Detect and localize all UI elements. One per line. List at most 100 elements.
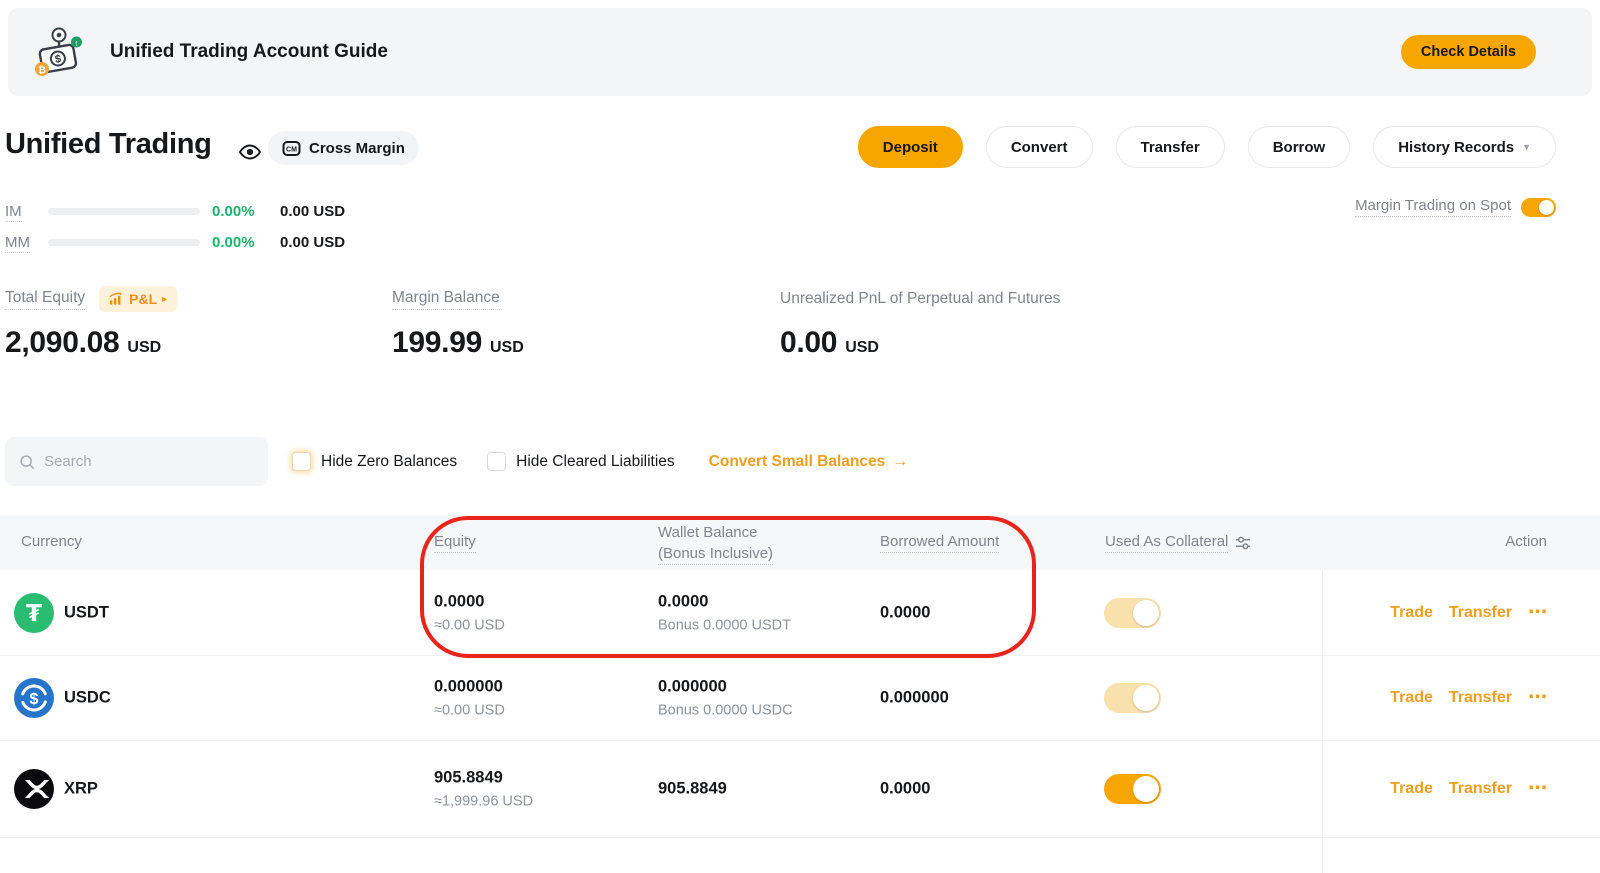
checkbox-box[interactable] (487, 452, 506, 471)
history-records-button[interactable]: History Records ▼ (1373, 126, 1556, 168)
margin-trading-on-spot-toggle[interactable] (1521, 198, 1556, 217)
pnl-badge[interactable]: P&L ▸ (99, 286, 177, 312)
total-equity-stat: Total Equity P&L ▸ 2,090.08 USD (5, 286, 177, 360)
mm-row: MM 0.00% 0.00 USD (5, 231, 345, 253)
col-used-as-collateral[interactable]: Used As Collateral (1105, 533, 1251, 553)
search-input[interactable] (44, 453, 254, 470)
header-actions: Deposit Convert Transfer Borrow History … (858, 126, 1556, 168)
unified-trading-page: $ ₿ ↑ Unified Trading Account Guide Chec… (0, 0, 1600, 873)
convert-button[interactable]: Convert (986, 126, 1093, 168)
cm-icon: CM (282, 139, 301, 158)
wallet-balance-cell: 0.000000 Bonus 0.0000 USDC (658, 678, 793, 719)
more-actions-icon[interactable]: ⋯ (1528, 784, 1547, 794)
collateral-toggle[interactable] (1104, 683, 1161, 713)
currency-name: USDT (64, 603, 109, 622)
usdc-coin-icon: $ (14, 678, 54, 718)
cross-margin-badge[interactable]: CM Cross Margin (268, 131, 419, 165)
col-equity[interactable]: Equity (434, 533, 476, 550)
equity-cell: 0.0000 ≈0.00 USD (434, 592, 505, 633)
arrow-right-icon: → (892, 453, 908, 471)
margin-balance-value: 199.99 (392, 326, 482, 360)
toggle-knob (1133, 685, 1159, 711)
total-equity-label: Total Equity (5, 289, 85, 310)
chevron-down-icon: ▼ (1522, 142, 1531, 152)
mm-percent: 0.00% (212, 234, 268, 251)
row-actions: Trade Transfer ⋯ (1390, 689, 1547, 707)
deposit-button[interactable]: Deposit (858, 126, 963, 168)
xrp-coin-icon (14, 769, 54, 809)
col-wallet-balance[interactable]: Wallet Balance (Bonus Inclusive) (658, 522, 773, 564)
check-details-button[interactable]: Check Details (1401, 35, 1536, 69)
wallet-balance-cell: 0.0000 Bonus 0.0000 USDT (658, 592, 791, 633)
hide-zero-balances-label: Hide Zero Balances (321, 453, 457, 471)
convert-small-balances-link[interactable]: Convert Small Balances → (709, 453, 909, 471)
borrowed-amount-cell: 0.000000 (880, 689, 949, 708)
unrealized-pnl-unit: USD (845, 339, 879, 357)
im-progress-bar (48, 208, 200, 215)
im-row: IM 0.00% 0.00 USD (5, 200, 345, 222)
trade-link[interactable]: Trade (1390, 604, 1433, 622)
currency-name: XRP (64, 780, 98, 799)
trade-link[interactable]: Trade (1390, 689, 1433, 707)
unrealized-pnl-label: Unrealized PnL of Perpetual and Futures (780, 290, 1060, 308)
margin-balance-label: Margin Balance (392, 289, 500, 310)
mm-value: 0.00 USD (280, 234, 345, 251)
checkbox-box[interactable] (292, 452, 311, 471)
transfer-link[interactable]: Transfer (1449, 689, 1512, 707)
usdt-coin-icon: ₮ (14, 593, 54, 633)
equity-cell: 0.000000 ≈0.00 USD (434, 678, 505, 719)
im-label: IM (5, 203, 48, 220)
pnl-caret-icon: ▸ (162, 294, 167, 305)
margin-trading-on-spot-label: Margin Trading on Spot (1355, 197, 1511, 217)
toggle-knob (1133, 600, 1159, 626)
total-equity-unit: USD (127, 339, 161, 357)
guide-banner: $ ₿ ↑ Unified Trading Account Guide Chec… (8, 8, 1592, 96)
transfer-button[interactable]: Transfer (1116, 126, 1225, 168)
margin-balance-unit: USD (490, 339, 524, 357)
row-actions: Trade Transfer ⋯ (1390, 604, 1547, 622)
col-currency: Currency (21, 533, 82, 550)
more-actions-icon[interactable]: ⋯ (1528, 693, 1547, 703)
search-box (5, 437, 268, 486)
table-row-usdc: $ USDC 0.000000 ≈0.00 USD 0.000000 Bonus… (0, 656, 1600, 741)
svg-text:↑: ↑ (74, 38, 78, 48)
cross-margin-label: Cross Margin (309, 140, 405, 157)
page-title: Unified Trading (5, 128, 212, 161)
mm-label: MM (5, 234, 48, 251)
transfer-link[interactable]: Transfer (1449, 604, 1512, 622)
svg-text:CM: CM (286, 146, 297, 153)
convert-small-balances-label: Convert Small Balances (709, 453, 886, 471)
history-records-label: History Records (1398, 139, 1514, 156)
visibility-eye-icon[interactable] (238, 140, 262, 164)
col-borrowed-amount[interactable]: Borrowed Amount (880, 533, 999, 550)
borrowed-amount-cell: 0.0000 (880, 603, 930, 622)
svg-text:$: $ (30, 691, 39, 708)
pnl-chart-icon (109, 292, 124, 306)
total-equity-value: 2,090.08 (5, 326, 119, 360)
col-action: Action (1505, 533, 1547, 550)
guide-banner-title: Unified Trading Account Guide (110, 41, 388, 63)
svg-text:₮: ₮ (26, 601, 42, 627)
more-actions-icon[interactable]: ⋯ (1528, 608, 1547, 618)
transfer-link[interactable]: Transfer (1449, 780, 1512, 798)
im-value: 0.00 USD (280, 203, 345, 220)
collateral-toggle[interactable] (1104, 598, 1161, 628)
hide-zero-balances-checkbox[interactable]: Hide Zero Balances (292, 452, 457, 471)
margin-balance-stat: Margin Balance 199.99 USD (392, 286, 524, 360)
unrealized-pnl-stat: Unrealized PnL of Perpetual and Futures … (780, 286, 1060, 360)
toggle-knob (1539, 200, 1554, 215)
wallet-guide-icon: $ ₿ ↑ (32, 26, 84, 78)
hide-cleared-liabilities-checkbox[interactable]: Hide Cleared Liabilities (487, 452, 675, 471)
pnl-badge-label: P&L (129, 291, 157, 307)
table-header: Currency Equity Wallet Balance (Bonus In… (0, 515, 1600, 570)
margin-trading-on-spot: Margin Trading on Spot (1355, 197, 1556, 217)
collateral-toggle[interactable] (1104, 774, 1161, 804)
trade-link[interactable]: Trade (1390, 780, 1433, 798)
collateral-settings-icon[interactable] (1235, 535, 1251, 551)
currency-name: USDC (64, 689, 111, 708)
row-actions: Trade Transfer ⋯ (1390, 780, 1547, 798)
table-row-xrp: XRP 905.8849 ≈1,999.96 USD 905.8849 0.00… (0, 741, 1600, 838)
search-icon (19, 453, 35, 471)
borrow-button[interactable]: Borrow (1248, 126, 1351, 168)
wallet-balance-cell: 905.8849 (658, 780, 727, 799)
